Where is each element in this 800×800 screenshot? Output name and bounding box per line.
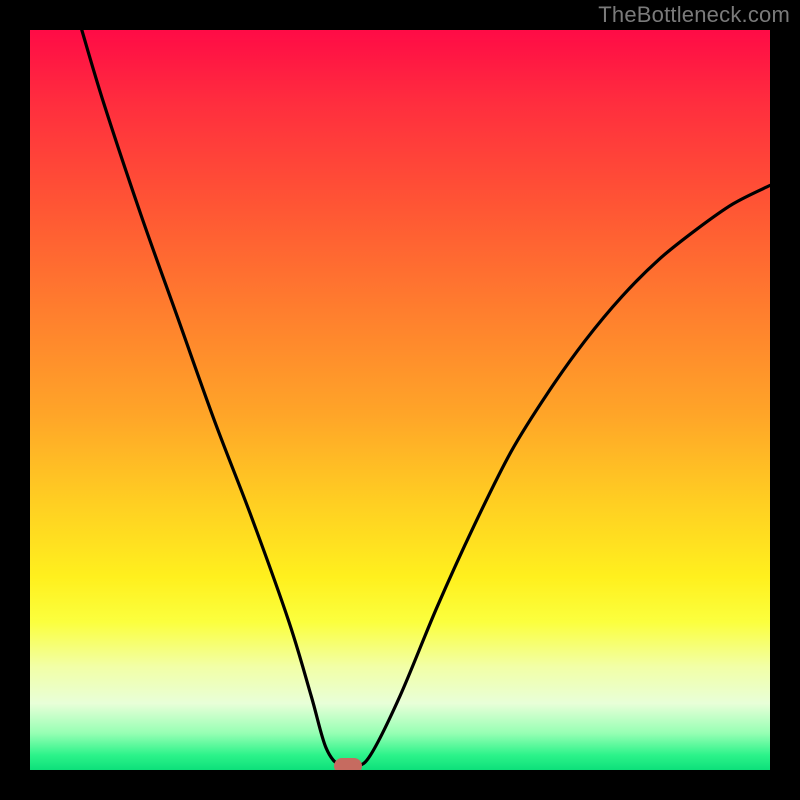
plot-area — [30, 30, 770, 770]
chart-frame: TheBottleneck.com — [0, 0, 800, 800]
curve-svg — [30, 30, 770, 770]
watermark-text: TheBottleneck.com — [598, 2, 790, 28]
optimal-marker — [334, 758, 362, 770]
bottleneck-curve — [82, 30, 770, 768]
